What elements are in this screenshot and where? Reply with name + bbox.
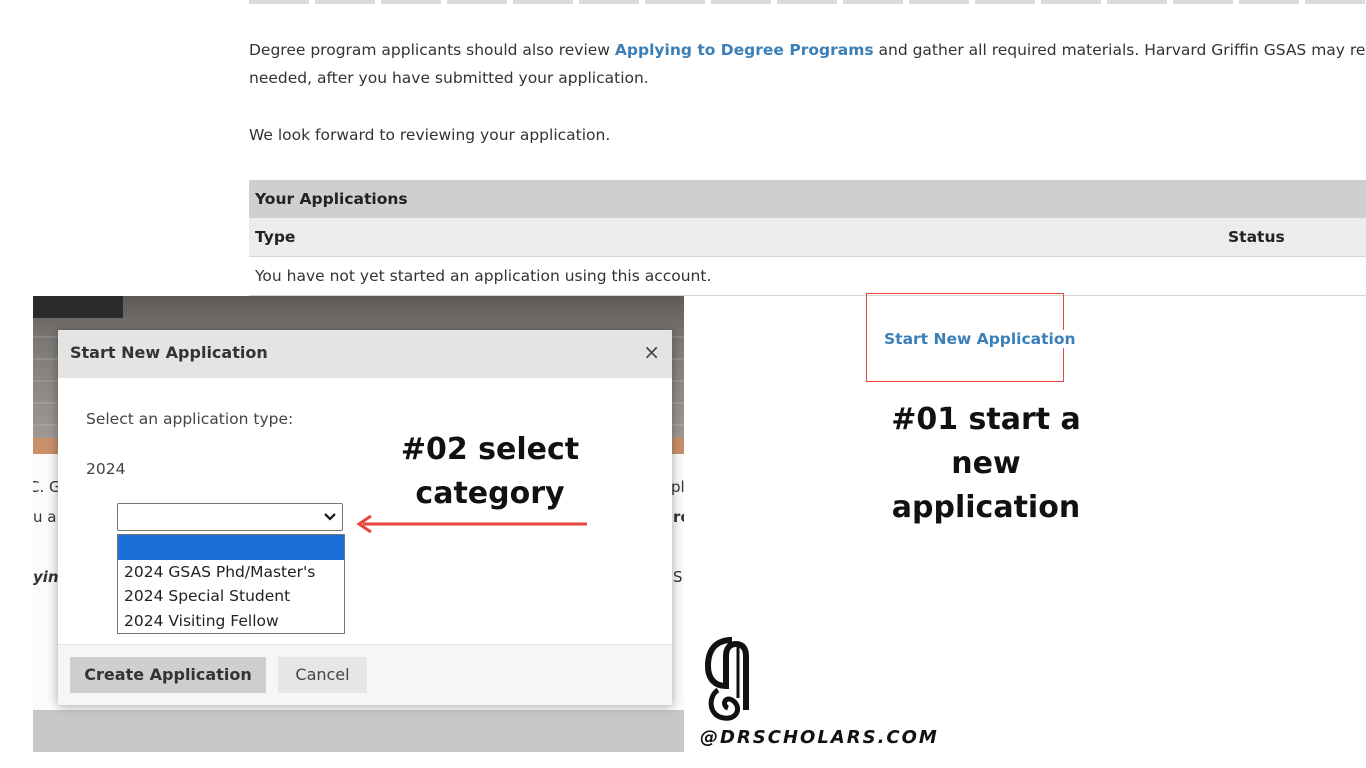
peek-text-right2: rc [673, 508, 684, 526]
modal-title: Start New Application [70, 343, 268, 362]
peek-text-left2: u a [33, 508, 57, 526]
peek-text-right1: pl [671, 478, 684, 496]
create-application-button[interactable]: Create Application [70, 657, 266, 693]
arrow-left-icon [356, 514, 587, 534]
step1-line1: #01 start a new [891, 402, 1081, 481]
intro-text-after: and gather all required materials. Harva… [873, 41, 1366, 59]
cancel-button[interactable]: Cancel [278, 657, 367, 693]
start-new-application-link[interactable]: Start New Application [882, 330, 1078, 348]
brand-handle: @DRSCHOLARS.COM [700, 727, 939, 748]
look-forward-text: We look forward to reviewing your applic… [249, 126, 611, 144]
close-icon[interactable]: × [643, 340, 660, 364]
applications-table-header: Your Applications [249, 180, 1366, 218]
option-blank[interactable] [118, 535, 344, 560]
column-status: Status [1228, 228, 1285, 246]
peek-text-right3: S [673, 568, 683, 586]
step2-line2: category [415, 476, 565, 511]
applying-to-degree-programs-link[interactable]: Applying to Degree Programs [615, 41, 874, 59]
peek-text-left1: C. G [33, 478, 61, 496]
modal-footer: Create Application Cancel [58, 644, 672, 705]
step1-annotation: #01 start a new application [866, 398, 1106, 530]
column-type: Type [255, 228, 296, 246]
option-visiting-fellow[interactable]: 2024 Visiting Fellow [118, 609, 344, 634]
option-special-student[interactable]: 2024 Special Student [118, 584, 344, 609]
no-applications-message: You have not yet started an application … [249, 257, 1366, 296]
step2-annotation: #02 select category [400, 428, 580, 516]
intro-paragraph-line2: needed, after you have submitted your ap… [249, 69, 649, 87]
application-year: 2024 [86, 460, 126, 478]
applications-columns: Type Status [249, 218, 1366, 257]
peek-text-left3: yin [33, 568, 59, 586]
applications-table: Your Applications Type Status You have n… [249, 180, 1366, 296]
application-type-select[interactable] [117, 503, 343, 531]
chevron-down-icon [324, 513, 336, 521]
step1-line2: application [891, 490, 1081, 525]
background-footer [33, 710, 684, 752]
intro-text: Degree program applicants should also re… [249, 41, 615, 59]
top-partial-text-cropped [249, 0, 1366, 4]
step2-line1: #02 select [400, 432, 580, 467]
application-type-label: Select an application type: [86, 410, 294, 428]
modal-header: Start New Application × [58, 330, 672, 378]
application-type-options: 2024 GSAS Phd/Master's 2024 Special Stud… [117, 534, 345, 634]
option-gsas-phd-masters[interactable]: 2024 GSAS Phd/Master's [118, 560, 344, 585]
drscholars-logo [704, 637, 749, 721]
intro-paragraph: Degree program applicants should also re… [249, 36, 1366, 64]
